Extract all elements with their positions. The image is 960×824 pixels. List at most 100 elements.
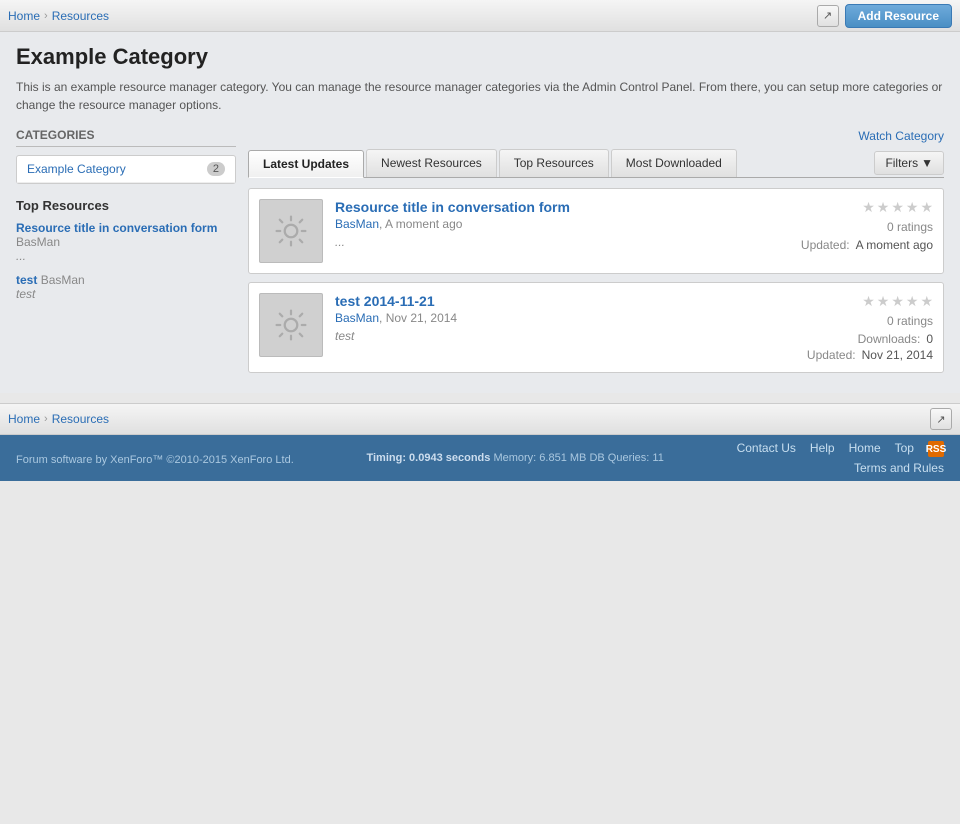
footer-top-link[interactable]: Top	[895, 441, 914, 457]
tab-newest-resources[interactable]: Newest Resources	[366, 149, 497, 177]
top-resource-1-excerpt: ...	[16, 249, 236, 263]
resource-excerpt-2: test	[335, 329, 761, 343]
star-1-1: ★	[862, 199, 875, 216]
footer-help-link[interactable]: Help	[810, 441, 835, 457]
bottom-external-link-icon[interactable]: ↗	[930, 408, 952, 430]
resource-author-1[interactable]: BasMan	[335, 217, 379, 231]
main-content: Watch Category Latest Updates Newest Res…	[248, 128, 944, 381]
updated-value-2: Nov 21, 2014	[862, 348, 933, 362]
filters-label: Filters	[885, 156, 918, 170]
footer-timing: Timing: 0.0943 seconds Memory: 6.851 MB …	[366, 452, 663, 464]
resource-meta-2: ★ ★ ★ ★ ★ 0 ratings Downloads: 0 Updated…	[773, 293, 933, 362]
updated-line-2: Updated: Nov 21, 2014	[773, 348, 933, 362]
sidebar: Categories Example Category 2 Top Resour…	[16, 128, 236, 381]
resource-date-2: Nov 21, 2014	[386, 311, 457, 325]
top-resource-2: test BasMan test	[16, 273, 236, 301]
resource-thumb-2	[259, 293, 323, 357]
timing-text: Timing: 0.0943 seconds Memory: 6.851 MB …	[366, 452, 663, 464]
watch-category-area: Watch Category	[248, 128, 944, 143]
resource-info-1: Resource title in conversation form BasM…	[335, 199, 761, 249]
updated-value-1: A moment ago	[856, 238, 933, 252]
downloads-label-2: Downloads:	[858, 332, 921, 346]
breadcrumb: Home › Resources	[8, 9, 817, 23]
bottom-breadcrumb-home[interactable]: Home	[8, 412, 40, 426]
top-resource-1-author: BasMan	[16, 235, 60, 249]
gear-icon-2	[273, 307, 309, 343]
top-nav: Home › Resources ↗ Add Resource	[0, 0, 960, 32]
bottom-breadcrumb-sep: ›	[44, 413, 48, 425]
footer-contact-link[interactable]: Contact Us	[737, 441, 796, 457]
downloads-value-2: 0	[926, 332, 933, 346]
resource-item-1: Resource title in conversation form BasM…	[248, 188, 944, 274]
resource-author-line-1: BasMan, A moment ago	[335, 217, 761, 231]
rss-icon[interactable]: RSS	[928, 441, 944, 457]
downloads-line-2: Downloads: 0	[773, 332, 933, 346]
updated-label-2: Updated:	[807, 348, 856, 362]
breadcrumb-sep-1: ›	[44, 10, 48, 22]
top-resource-2-author: BasMan	[41, 273, 85, 287]
page-title: Example Category	[16, 44, 944, 70]
watch-category-link[interactable]: Watch Category	[858, 129, 944, 143]
breadcrumb-home[interactable]: Home	[8, 9, 40, 23]
resource-date-1: A moment ago	[385, 217, 462, 231]
top-resource-2-excerpt: test	[16, 287, 236, 301]
tab-latest-updates[interactable]: Latest Updates	[248, 150, 364, 178]
top-resource-1-link[interactable]: Resource title in conversation form	[16, 221, 217, 235]
terms-and-rules-link[interactable]: Terms and Rules	[854, 461, 944, 475]
bottom-breadcrumb-resources[interactable]: Resources	[52, 412, 109, 426]
categories-list: Example Category 2	[16, 155, 236, 184]
footer-copyright: Forum software by XenForo™ ©2010-2015 Xe…	[16, 454, 294, 466]
resource-thumb-1	[259, 199, 323, 263]
external-link-icon[interactable]: ↗	[817, 5, 839, 27]
breadcrumb-resources[interactable]: Resources	[52, 9, 109, 23]
sidebar-category-example[interactable]: Example Category 2	[17, 156, 235, 183]
star-1-4: ★	[906, 199, 919, 216]
sidebar-category-count: 2	[207, 162, 225, 176]
star-2-2: ★	[877, 293, 890, 310]
updated-label-1: Updated:	[801, 238, 850, 252]
star-2-5: ★	[920, 293, 933, 310]
bottom-nav: Home › Resources ↗	[0, 403, 960, 435]
star-1-3: ★	[891, 199, 904, 216]
page-description: This is an example resource manager cate…	[16, 78, 944, 114]
resource-author-2[interactable]: BasMan	[335, 311, 379, 325]
star-1-5: ★	[920, 199, 933, 216]
tabs-bar: Latest Updates Newest Resources Top Reso…	[248, 149, 944, 178]
resource-excerpt-1: ...	[335, 235, 761, 249]
resource-info-2: test 2014-11-21 BasMan, Nov 21, 2014 tes…	[335, 293, 761, 343]
resource-author-line-2: BasMan, Nov 21, 2014	[335, 311, 761, 325]
top-resource-2-link[interactable]: test	[16, 273, 37, 287]
sidebar-category-label: Example Category	[27, 162, 126, 176]
footer-links: Contact Us Help Home Top RSS	[737, 441, 944, 457]
tabs-left: Latest Updates Newest Resources Top Reso…	[248, 149, 739, 177]
categories-title: Categories	[16, 128, 236, 147]
footer-bar: Forum software by XenForo™ ©2010-2015 Xe…	[0, 435, 960, 481]
resource-item-2: test 2014-11-21 BasMan, Nov 21, 2014 tes…	[248, 282, 944, 373]
star-1-2: ★	[877, 199, 890, 216]
footer-left: Forum software by XenForo™ ©2010-2015 Xe…	[16, 450, 294, 466]
stars-2: ★ ★ ★ ★ ★	[773, 293, 933, 310]
content-layout: Categories Example Category 2 Top Resour…	[16, 128, 944, 381]
main-wrapper: Example Category This is an example reso…	[0, 32, 960, 393]
resource-meta-1: ★ ★ ★ ★ ★ 0 ratings Updated: A moment ag…	[773, 199, 933, 252]
star-2-1: ★	[862, 293, 875, 310]
ratings-count-2: 0 ratings	[773, 314, 933, 328]
ratings-count-1: 0 ratings	[773, 220, 933, 234]
tab-top-resources[interactable]: Top Resources	[499, 149, 609, 177]
tab-most-downloaded[interactable]: Most Downloaded	[611, 149, 737, 177]
footer-right: Contact Us Help Home Top RSS Terms and R…	[737, 441, 944, 475]
filters-button[interactable]: Filters ▼	[874, 151, 944, 175]
top-resources-section: Top Resources Resource title in conversa…	[16, 198, 236, 301]
footer-home-link[interactable]: Home	[849, 441, 881, 457]
top-resource-1: Resource title in conversation form BasM…	[16, 221, 236, 263]
filters-chevron-icon: ▼	[921, 156, 933, 170]
updated-line-1: Updated: A moment ago	[773, 238, 933, 252]
top-resources-title: Top Resources	[16, 198, 236, 213]
resource-title-1[interactable]: Resource title in conversation form	[335, 199, 761, 215]
stars-1: ★ ★ ★ ★ ★	[773, 199, 933, 216]
star-2-3: ★	[891, 293, 904, 310]
resource-title-2[interactable]: test 2014-11-21	[335, 293, 761, 309]
gear-icon-1	[273, 213, 309, 249]
add-resource-button[interactable]: Add Resource	[845, 4, 952, 28]
bottom-breadcrumb: Home › Resources	[8, 412, 930, 426]
